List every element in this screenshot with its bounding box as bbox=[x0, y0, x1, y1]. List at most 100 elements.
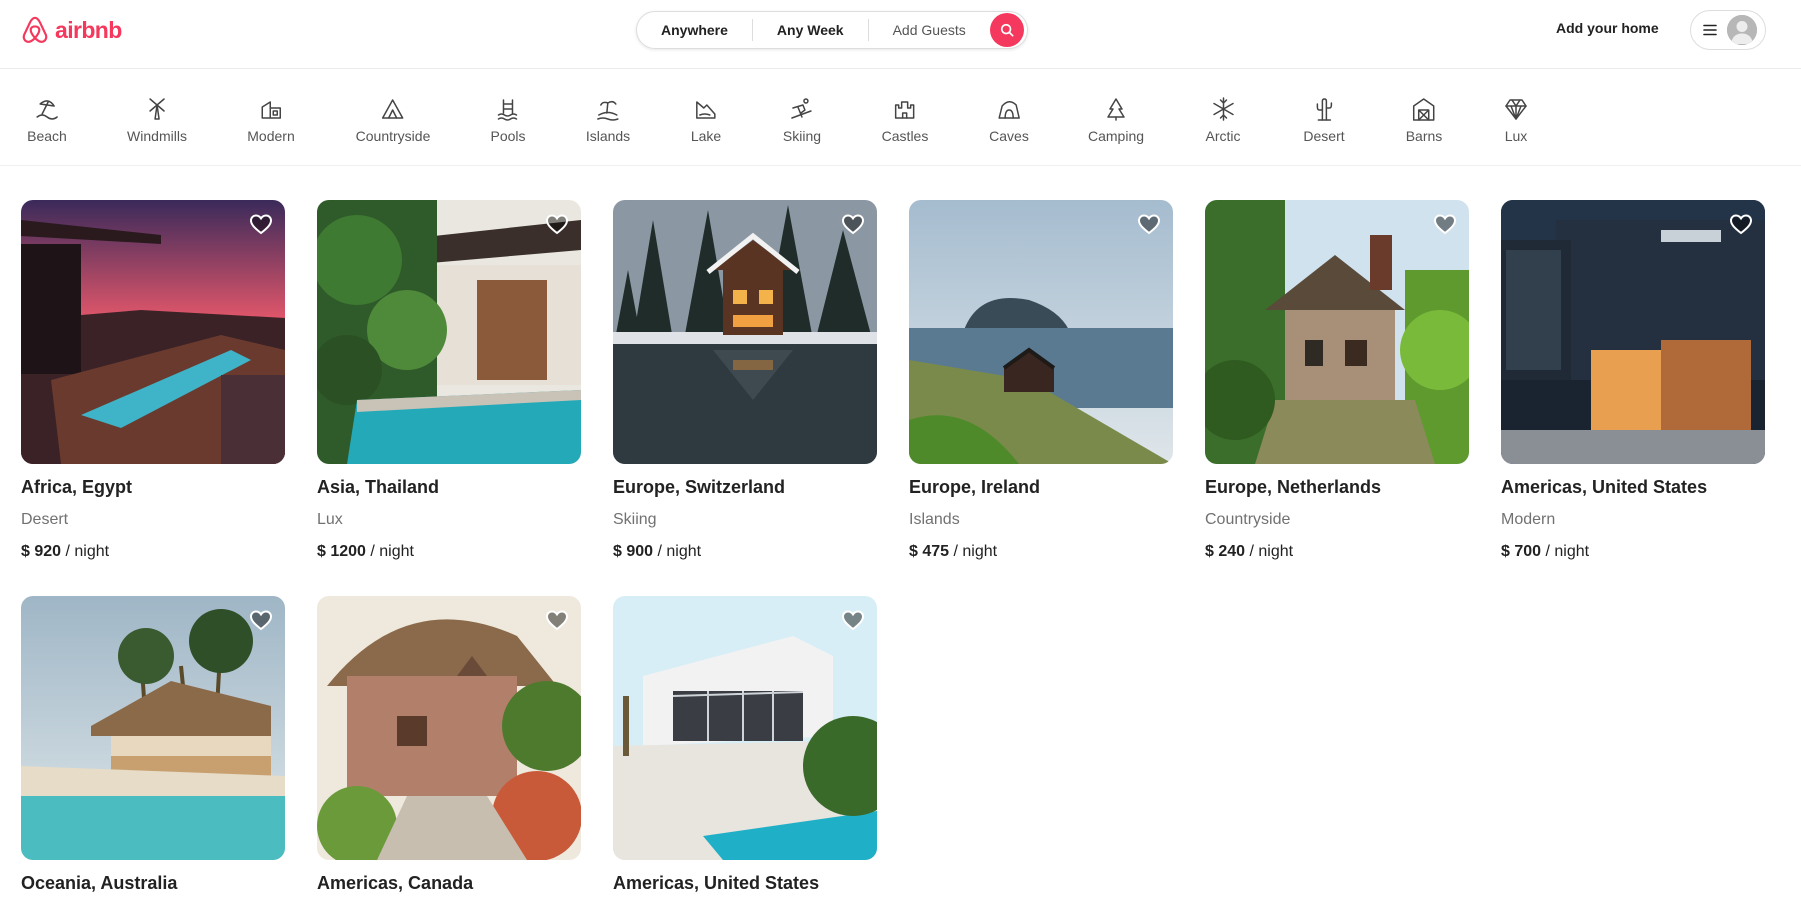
user-menu-button[interactable] bbox=[1690, 10, 1766, 50]
category-label: Skiing bbox=[782, 128, 822, 144]
category-label: Arctic bbox=[1205, 128, 1241, 144]
listing-photo[interactable] bbox=[909, 200, 1173, 464]
listing-price: $ 920 bbox=[21, 543, 62, 560]
category-modern[interactable]: Modern bbox=[247, 69, 295, 166]
windmill-icon bbox=[144, 96, 170, 122]
castle-icon bbox=[892, 96, 918, 122]
search-bar[interactable]: Anywhere Any Week Add Guests bbox=[636, 11, 1028, 49]
search-guests[interactable]: Add Guests bbox=[869, 22, 982, 38]
category-skiing[interactable]: Skiing bbox=[783, 69, 821, 166]
listing-card[interactable]: Africa, Egypt Desert $ 920 / night bbox=[21, 200, 285, 562]
listing-photo[interactable] bbox=[21, 200, 285, 464]
airbnb-logo-icon bbox=[22, 16, 48, 43]
category-label: Lux bbox=[1504, 128, 1528, 144]
listing-price-row: $ 920 / night bbox=[21, 542, 285, 562]
category-countryside[interactable]: Countryside bbox=[355, 69, 431, 166]
hamburger-icon bbox=[1703, 24, 1717, 36]
search-button[interactable] bbox=[990, 13, 1024, 47]
favorite-heart-icon[interactable] bbox=[841, 212, 865, 236]
category-barns[interactable]: Barns bbox=[1406, 69, 1442, 166]
category-label: Caves bbox=[989, 128, 1029, 144]
category-lux[interactable]: Lux bbox=[1503, 69, 1529, 166]
listing-category: Skiing bbox=[613, 511, 657, 528]
listing-price: $ 475 bbox=[909, 543, 950, 560]
top-header: airbnb Anywhere Any Week Add Guests Add … bbox=[0, 0, 1801, 69]
favorite-heart-icon[interactable] bbox=[1137, 212, 1161, 236]
cave-icon bbox=[996, 96, 1022, 122]
category-label: Windmills bbox=[127, 128, 187, 144]
listing-price-row: $ 475 / night bbox=[909, 542, 1173, 562]
category-label: Desert bbox=[1303, 128, 1345, 144]
price-unit: / night bbox=[657, 543, 702, 560]
price-unit: / night bbox=[953, 543, 998, 560]
category-camping[interactable]: Camping bbox=[1088, 69, 1144, 166]
favorite-heart-icon[interactable] bbox=[249, 212, 273, 236]
listing-title: Europe, Ireland bbox=[909, 477, 1041, 497]
cactus-icon bbox=[1311, 96, 1337, 122]
listing-card[interactable]: Europe, Ireland Islands $ 475 / night bbox=[909, 200, 1173, 562]
listing-title: Asia, Thailand bbox=[317, 477, 440, 497]
price-unit: / night bbox=[1249, 543, 1294, 560]
listing-price-row: $ 240 / night bbox=[1205, 542, 1469, 562]
diamond-icon bbox=[1503, 96, 1529, 122]
favorite-heart-icon[interactable] bbox=[249, 608, 273, 632]
listing-price: $ 700 bbox=[1501, 543, 1542, 560]
listing-card[interactable]: Americas, United States bbox=[613, 596, 877, 894]
listing-photo[interactable] bbox=[317, 200, 581, 464]
listing-category: Modern bbox=[1501, 511, 1556, 528]
listing-card[interactable]: Europe, Switzerland Skiing $ 900 / night bbox=[613, 200, 877, 562]
listing-price-row: $ 900 / night bbox=[613, 542, 877, 562]
category-desert[interactable]: Desert bbox=[1303, 69, 1345, 166]
category-label: Lake bbox=[690, 128, 722, 144]
category-label: Pools bbox=[490, 128, 526, 144]
category-bar: Beach Windmills Modern Countryside Pools Isla… bbox=[0, 69, 1801, 166]
category-label: Beach bbox=[27, 128, 67, 144]
search-dates[interactable]: Any Week bbox=[753, 20, 868, 40]
listing-category: Islands bbox=[909, 511, 960, 528]
category-beach[interactable]: Beach bbox=[27, 69, 67, 166]
favorite-heart-icon[interactable] bbox=[545, 212, 569, 236]
favorite-heart-icon[interactable] bbox=[545, 608, 569, 632]
listing-photo[interactable] bbox=[613, 596, 877, 860]
category-islands[interactable]: Islands bbox=[586, 69, 630, 166]
favorite-heart-icon[interactable] bbox=[841, 608, 865, 632]
listing-photo[interactable] bbox=[21, 596, 285, 860]
listing-card[interactable]: Europe, Netherlands Countryside $ 240 / ni… bbox=[1205, 200, 1469, 562]
listing-card[interactable]: Americas, United States Modern $ 700 / nig… bbox=[1501, 200, 1765, 562]
category-label: Castles bbox=[881, 128, 929, 144]
favorite-heart-icon[interactable] bbox=[1433, 212, 1457, 236]
listing-photo[interactable] bbox=[1205, 200, 1469, 464]
countryside-icon bbox=[380, 96, 406, 122]
price-unit: / night bbox=[370, 543, 414, 560]
add-your-home-link[interactable]: Add your home bbox=[1556, 20, 1659, 36]
listing-title: Europe, Switzerland bbox=[613, 477, 786, 497]
airbnb-logo[interactable]: airbnb bbox=[20, 14, 122, 46]
listing-card[interactable]: Asia, Thailand Lux $ 1200 / night bbox=[317, 200, 581, 562]
listing-category: Desert bbox=[21, 511, 69, 528]
favorite-heart-icon[interactable] bbox=[1729, 212, 1753, 236]
listing-photo[interactable] bbox=[317, 596, 581, 860]
listing-photo[interactable] bbox=[613, 200, 877, 464]
listing-card[interactable]: Americas, Canada bbox=[317, 596, 581, 894]
island-icon bbox=[595, 96, 621, 122]
category-pools[interactable]: Pools bbox=[490, 69, 526, 166]
listing-title: Europe, Netherlands bbox=[1205, 477, 1382, 497]
search-location[interactable]: Anywhere bbox=[637, 20, 752, 40]
category-castles[interactable]: Castles bbox=[881, 69, 929, 166]
category-label: Countryside bbox=[355, 128, 431, 144]
listing-price: $ 900 bbox=[613, 543, 654, 560]
price-unit: / night bbox=[1545, 543, 1590, 560]
listing-category: Countryside bbox=[1205, 511, 1291, 528]
category-windmills[interactable]: Windmills bbox=[127, 69, 187, 166]
listing-card[interactable]: Oceania, Australia bbox=[21, 596, 285, 894]
listing-photo[interactable] bbox=[1501, 200, 1765, 464]
search-icon bbox=[1000, 23, 1014, 37]
listing-category: Lux bbox=[317, 511, 343, 528]
listing-title: Americas, United States bbox=[1501, 477, 1708, 497]
category-arctic[interactable]: Arctic bbox=[1206, 69, 1241, 166]
listing-price-row: $ 700 / night bbox=[1501, 542, 1765, 562]
category-caves[interactable]: Caves bbox=[989, 69, 1029, 166]
listing-title: Americas, United States bbox=[613, 873, 820, 893]
category-lake[interactable]: Lake bbox=[691, 69, 721, 166]
avatar-icon bbox=[1727, 15, 1757, 45]
